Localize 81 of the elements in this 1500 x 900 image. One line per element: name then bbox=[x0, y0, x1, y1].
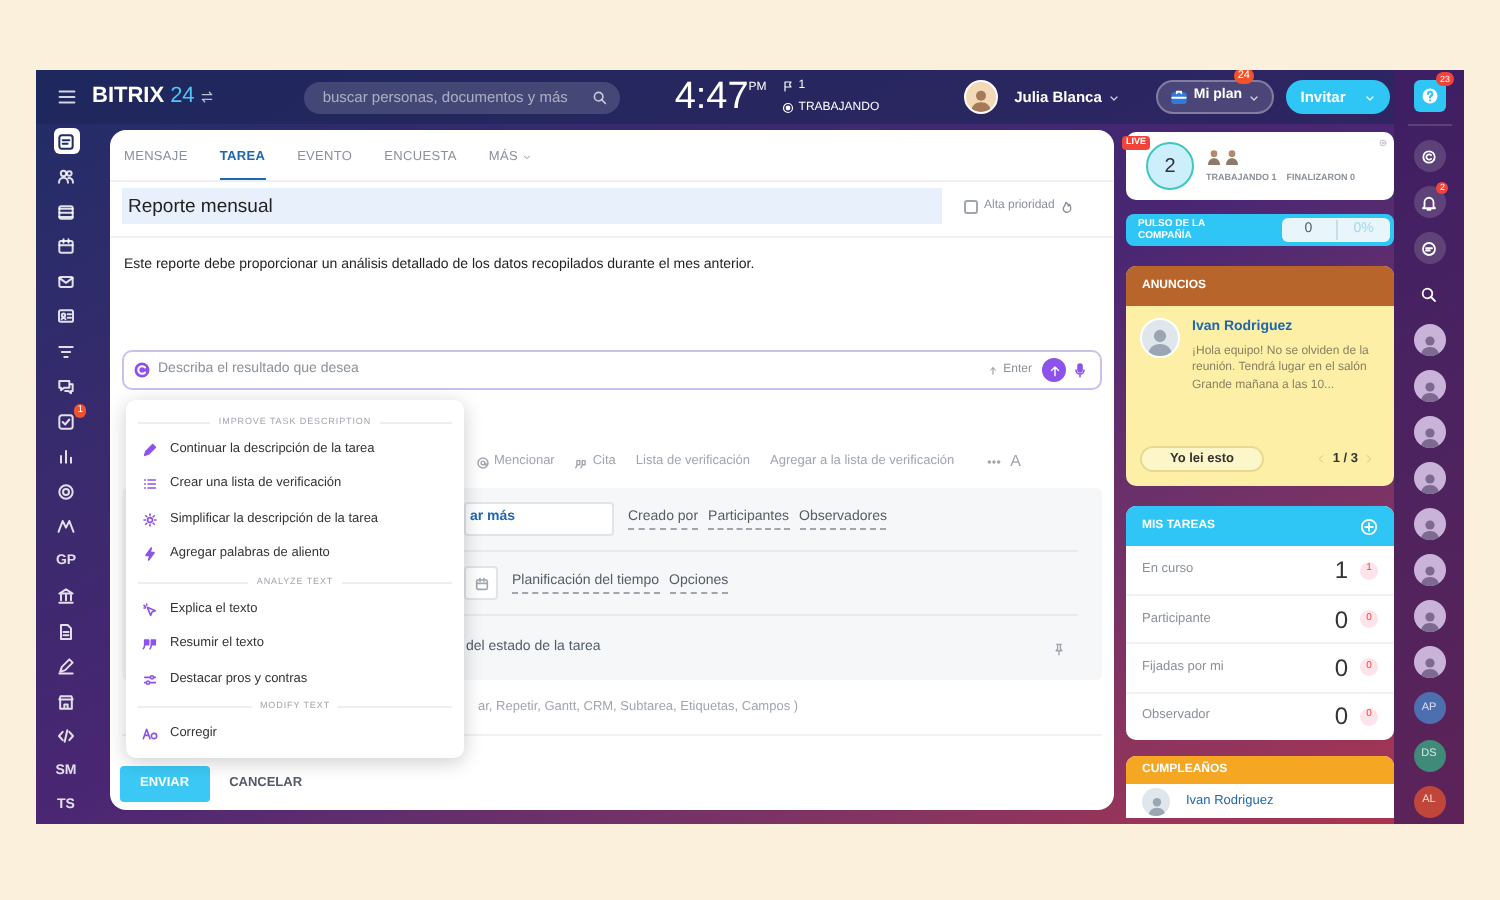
logo[interactable]: BITRIX 24 bbox=[92, 80, 195, 114]
copilot-icon bbox=[1420, 147, 1438, 166]
copilot-icon bbox=[132, 360, 152, 380]
sidebar-item[interactable] bbox=[53, 653, 79, 680]
target-icon bbox=[56, 481, 76, 502]
lightning-icon bbox=[142, 546, 158, 563]
person-silhouette-icon bbox=[1417, 608, 1441, 633]
flag-icon bbox=[782, 80, 795, 92]
quote-icon bbox=[142, 636, 158, 653]
avatar[interactable] bbox=[1413, 646, 1445, 679]
sidebar-item[interactable] bbox=[53, 478, 79, 505]
avatar[interactable] bbox=[1413, 554, 1445, 587]
cursor-icon bbox=[142, 601, 158, 618]
person-silhouette-icon bbox=[1417, 332, 1441, 357]
swap-icon[interactable] bbox=[200, 90, 215, 104]
send-button[interactable] bbox=[1042, 358, 1066, 382]
person-silhouette-icon bbox=[968, 86, 995, 112]
shop-icon bbox=[56, 691, 76, 712]
sidebar-item[interactable] bbox=[53, 583, 79, 610]
person-silhouette-icon bbox=[1417, 424, 1441, 449]
pen-icon bbox=[142, 441, 158, 458]
date-field[interactable] bbox=[464, 566, 498, 600]
feed-icon bbox=[56, 131, 76, 152]
checkbox-icon bbox=[56, 411, 76, 432]
quote-icon bbox=[574, 455, 589, 469]
toolbar-button[interactable] bbox=[1413, 186, 1445, 219]
sliders-icon bbox=[142, 671, 158, 688]
checkbox[interactable] bbox=[964, 199, 978, 213]
people-icon bbox=[56, 166, 76, 187]
person-silhouette-icon bbox=[1417, 378, 1441, 403]
person-silhouette-icon bbox=[1417, 516, 1441, 541]
avatar[interactable] bbox=[1413, 370, 1445, 403]
document-icon bbox=[56, 621, 76, 642]
record-icon bbox=[782, 102, 795, 114]
chat-icon bbox=[1420, 239, 1438, 258]
person-silhouette-icon bbox=[1417, 562, 1441, 587]
stack-icon bbox=[56, 201, 76, 222]
flame-icon bbox=[1060, 199, 1075, 213]
code-icon bbox=[56, 726, 76, 747]
avatar[interactable] bbox=[1413, 324, 1445, 357]
person-silhouette-icon bbox=[1417, 470, 1441, 495]
caret-icon bbox=[1248, 91, 1260, 103]
sun-icon bbox=[142, 511, 158, 528]
search-icon[interactable] bbox=[1420, 285, 1438, 304]
chat-icon bbox=[56, 376, 76, 397]
counter: 2 bbox=[1146, 142, 1194, 190]
calendar-icon bbox=[56, 236, 76, 257]
bell-icon bbox=[1420, 193, 1438, 212]
bank-icon bbox=[56, 586, 76, 607]
sidebar-item[interactable] bbox=[53, 408, 79, 435]
person-silhouette-icon bbox=[1145, 793, 1167, 815]
list-icon bbox=[142, 476, 158, 493]
sidebar-item[interactable] bbox=[53, 128, 79, 155]
contact-card-icon bbox=[56, 306, 76, 327]
search-icon bbox=[592, 89, 609, 105]
avatar[interactable] bbox=[1413, 416, 1445, 449]
pen-icon bbox=[56, 656, 76, 677]
calendar-icon bbox=[473, 575, 489, 591]
person-silhouette-icon bbox=[1417, 654, 1441, 679]
avatar[interactable] bbox=[964, 80, 999, 114]
chart-icon bbox=[56, 446, 76, 467]
menu-icon[interactable] bbox=[56, 86, 78, 108]
briefcase-icon bbox=[1169, 88, 1188, 106]
filter-icon bbox=[56, 341, 76, 362]
shift-arrow-icon bbox=[987, 365, 998, 375]
sidebar-item[interactable] bbox=[53, 233, 79, 260]
avatar[interactable] bbox=[1413, 600, 1445, 633]
microphone-icon[interactable] bbox=[1072, 362, 1088, 378]
m-logo-icon bbox=[56, 516, 76, 537]
help-icon bbox=[1419, 85, 1439, 106]
caret-icon bbox=[1363, 91, 1376, 103]
caret-icon bbox=[1107, 91, 1120, 103]
spellcheck-icon bbox=[142, 726, 158, 743]
avatar[interactable] bbox=[1413, 508, 1445, 541]
mail-icon bbox=[56, 271, 76, 292]
toolbar-button[interactable] bbox=[1413, 140, 1445, 173]
title-field[interactable]: Reporte mensual bbox=[122, 188, 942, 224]
toolbar-button[interactable] bbox=[1413, 232, 1445, 265]
avatar[interactable] bbox=[1413, 462, 1445, 495]
arrow-up-icon bbox=[1047, 363, 1061, 377]
at-icon bbox=[476, 455, 490, 469]
